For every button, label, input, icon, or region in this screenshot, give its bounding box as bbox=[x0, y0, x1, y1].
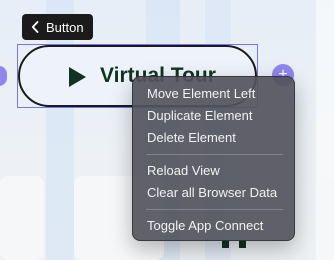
chevron-left-icon bbox=[30, 21, 40, 33]
element-type-label: Button bbox=[46, 19, 84, 35]
background-card bbox=[318, 176, 334, 260]
menu-separator bbox=[146, 209, 283, 210]
menu-item-move-element-left[interactable]: Move Element Left bbox=[138, 83, 289, 105]
menu-item-reload-view[interactable]: Reload View bbox=[138, 160, 289, 182]
menu-item-duplicate-element[interactable]: Duplicate Element bbox=[138, 105, 289, 127]
menu-item-toggle-app-connect[interactable]: Toggle App Connect bbox=[138, 215, 289, 237]
element-type-tooltip[interactable]: Button bbox=[22, 14, 93, 40]
menu-item-clear-browser-data[interactable]: Clear all Browser Data bbox=[138, 182, 289, 204]
element-partial-glyph bbox=[222, 240, 250, 248]
menu-separator bbox=[146, 154, 283, 155]
context-menu: Move Element Left Duplicate Element Dele… bbox=[132, 76, 295, 241]
menu-item-delete-element[interactable]: Delete Element bbox=[138, 127, 289, 149]
play-icon bbox=[69, 67, 86, 87]
background-card bbox=[0, 176, 44, 260]
